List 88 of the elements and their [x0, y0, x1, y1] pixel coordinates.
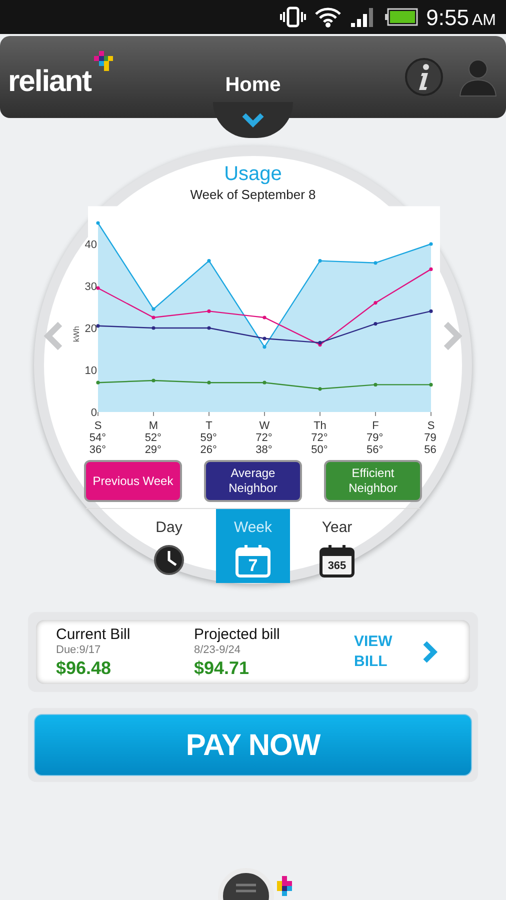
info-icon[interactable]: [404, 57, 444, 97]
y-tick-label: 30: [84, 281, 97, 293]
chevron-down-icon: [241, 112, 265, 128]
data-point: [152, 316, 156, 320]
high-temperature: 79°: [366, 432, 384, 444]
x-tick-label: S: [427, 420, 435, 432]
bill-note: Due:9/17: [56, 644, 102, 656]
data-point: [429, 267, 433, 271]
data-point: [374, 382, 378, 386]
wifi-icon: [314, 6, 342, 28]
logo-text: reliant: [8, 64, 92, 100]
data-point: [374, 301, 378, 305]
x-tick-label: W: [259, 420, 270, 432]
data-point: [207, 309, 211, 313]
data-point: [429, 242, 433, 246]
y-tick-label: 40: [84, 239, 97, 251]
low-temperature: 36°: [89, 444, 106, 456]
data-point: [96, 380, 100, 384]
bill-label: Projected bill: [194, 626, 281, 644]
chart-subtitle: Week of September 8: [190, 186, 316, 204]
data-point: [262, 345, 266, 349]
data-point: [207, 326, 211, 330]
high-temperature: 72°: [311, 432, 328, 444]
x-tick-label: M: [148, 420, 158, 432]
bill-amount: $94.71: [194, 656, 250, 678]
x-tick: [264, 412, 265, 416]
low-temperature: 26°: [200, 444, 217, 456]
data-point: [152, 378, 156, 382]
data-point: [318, 387, 322, 391]
low-temperature: 56: [424, 444, 436, 456]
data-point: [262, 380, 266, 384]
legend-button[interactable]: Average Neighbor: [204, 460, 302, 502]
high-temperature: 72°: [256, 432, 272, 444]
data-point: [152, 326, 156, 330]
y-axis-label: kWh: [72, 326, 81, 342]
y-tick-label: 10: [84, 365, 97, 377]
screen-title: Home: [224, 73, 282, 98]
period-tab[interactable]: Day: [132, 509, 206, 583]
x-tick-label: F: [372, 420, 379, 432]
calendar-number: 365: [326, 558, 348, 574]
legend-button[interactable]: Efficient Neighbor: [324, 460, 422, 502]
chevron-right-icon[interactable]: [422, 640, 438, 664]
clock-icon: [153, 544, 185, 576]
high-temperature: 52°: [144, 432, 162, 444]
x-tick: [153, 412, 154, 416]
x-tick-label: T: [206, 420, 212, 432]
pay-now-button[interactable]: PAY NOW: [34, 714, 472, 776]
data-point: [96, 324, 100, 328]
high-temperature: 59°: [200, 432, 217, 444]
y-tick-label: 0: [90, 407, 97, 419]
x-tick: [208, 412, 210, 416]
legend-button[interactable]: Previous Week: [84, 460, 182, 502]
low-temperature: 38°: [256, 444, 272, 456]
bill-amount: $96.48: [56, 656, 112, 678]
data-point: [262, 316, 266, 320]
data-point: [96, 286, 100, 290]
view-bill-link[interactable]: VIEW BILL: [354, 632, 410, 672]
data-point: [318, 259, 322, 263]
chart-title: Usage: [224, 162, 282, 186]
bill-label: Current Bill: [56, 626, 132, 644]
low-temperature: 50°: [311, 444, 328, 456]
x-tick-label: S: [94, 420, 102, 432]
data-point: [374, 261, 378, 265]
bill-note: 8/23-9/24: [194, 644, 242, 656]
clock-time: 9:55: [426, 4, 469, 32]
x-tick: [430, 412, 432, 416]
menu-icon: [235, 883, 257, 893]
high-temperature: 79: [424, 432, 436, 444]
y-tick-label: 20: [84, 323, 97, 335]
data-point: [429, 382, 433, 386]
data-point: [374, 322, 378, 326]
vibrate-icon: [280, 6, 306, 28]
battery-icon: [384, 7, 418, 27]
low-temperature: 56°: [366, 444, 384, 456]
data-point: [152, 307, 156, 311]
calendar-number: 7: [247, 556, 259, 574]
data-point: [429, 309, 433, 313]
data-point: [262, 336, 266, 340]
x-tick-label: Th: [314, 420, 326, 432]
clock-meridiem: AM: [472, 10, 496, 30]
high-temperature: 54°: [89, 432, 106, 444]
period-tab[interactable]: Year 365: [300, 509, 374, 583]
data-point: [207, 259, 211, 263]
data-point: [207, 380, 211, 384]
period-tab[interactable]: Week 7: [216, 509, 290, 583]
low-temperature: 29°: [144, 444, 162, 456]
x-tick: [375, 412, 376, 416]
data-point: [96, 221, 100, 225]
